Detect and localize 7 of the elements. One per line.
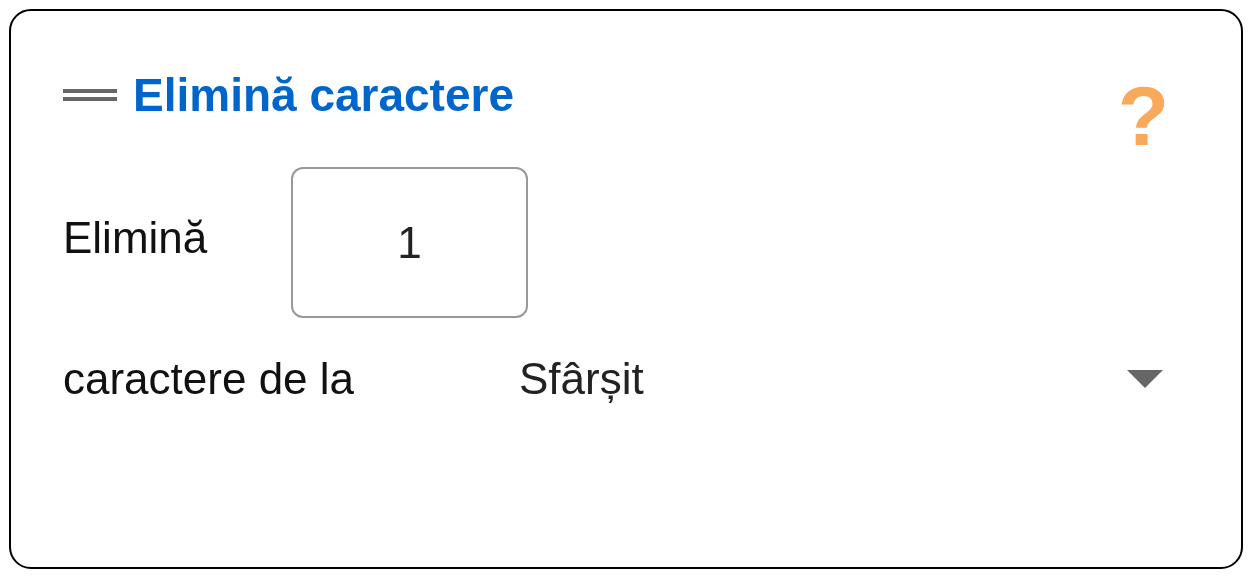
block-title: Elimină caractere (133, 68, 514, 123)
position-label: caractere de la (63, 353, 356, 405)
position-dropdown[interactable]: Sfârșit (507, 346, 1161, 412)
drag-handle-icon[interactable] (63, 89, 117, 101)
count-label: Elimină (63, 211, 209, 264)
caret-icon (1127, 370, 1163, 388)
count-input-field[interactable]: 1 (291, 167, 528, 318)
